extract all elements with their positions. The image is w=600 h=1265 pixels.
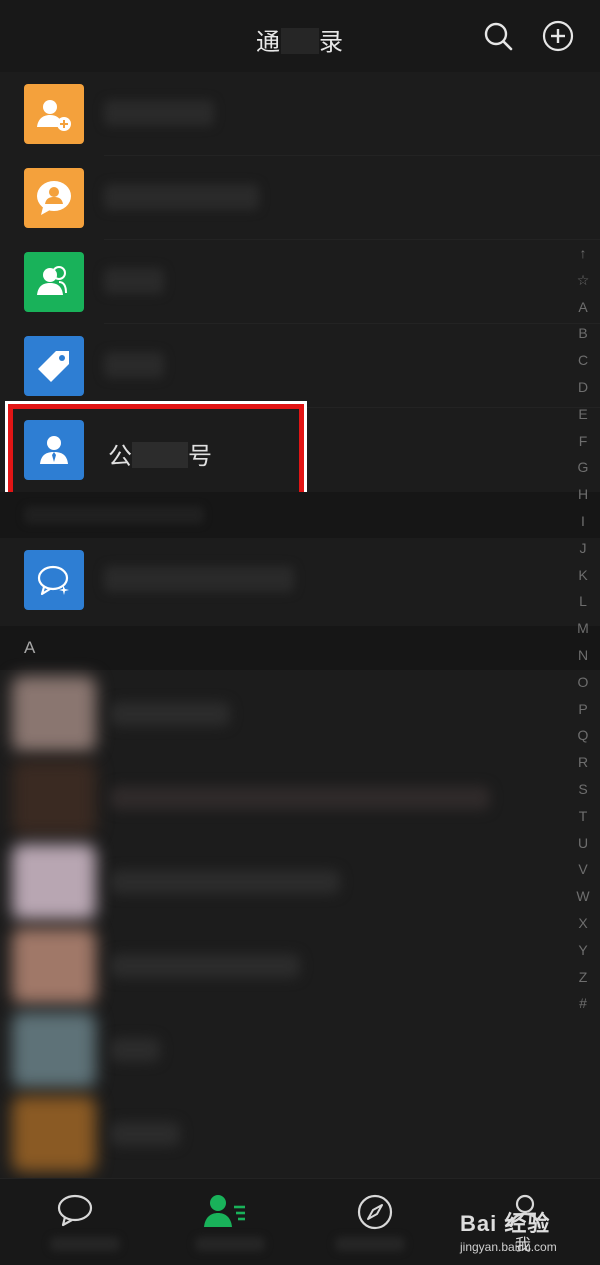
section-gap [0,492,600,538]
section-letter: A [24,638,36,657]
index-letter[interactable]: A [570,294,596,321]
watermark-brand: Bai 经验 [460,1211,551,1236]
contacts-group-icon [24,252,84,312]
index-letter[interactable]: W [570,883,596,910]
entry-tags[interactable] [0,324,600,408]
index-letter[interactable]: P [570,696,596,723]
chat-icon [57,1194,93,1227]
index-letter[interactable]: V [570,856,596,883]
index-letter[interactable]: J [570,535,596,562]
group-chat-icon [24,168,84,228]
header-bar: 通录 [0,0,600,72]
list-item[interactable] [0,840,600,924]
entry-contact-groups[interactable] [0,240,600,324]
list-item[interactable] [0,924,600,1008]
index-letter[interactable]: E [570,401,596,428]
index-letter[interactable]: Y [570,937,596,964]
index-letter[interactable]: B [570,320,596,347]
index-letter[interactable]: O [570,669,596,696]
contact-name-redacted [110,702,230,726]
entry-label-redacted [104,184,259,210]
entry-label-redacted [104,352,164,378]
index-letter[interactable]: X [570,910,596,937]
list-item[interactable] [0,1008,600,1092]
section-redacted [24,506,204,524]
entry-group-chats[interactable] [0,156,600,240]
entry-label-redacted [104,566,294,592]
watermark-url: jingyan.baidu.com [460,1240,557,1254]
entry-new-friends[interactable] [0,72,600,156]
index-letter[interactable]: N [570,642,596,669]
discover-compass-icon [357,1194,393,1230]
avatar [12,928,96,1004]
index-letter[interactable]: S [570,776,596,803]
contact-name-redacted [110,1122,180,1146]
index-letter[interactable]: T [570,803,596,830]
avatar [12,760,96,836]
title-text-start: 通 [256,29,281,56]
index-letter[interactable]: M [570,615,596,642]
list-item[interactable] [0,1092,600,1176]
alphabet-index[interactable]: ↑ ☆ A B C D E F G H I J K L M N O P Q R S T U V W X Y Z # [570,240,596,1017]
index-letter[interactable]: Z [570,964,596,991]
avatar [12,1096,96,1172]
add-button[interactable] [542,20,574,52]
index-letter[interactable]: ☆ [570,267,596,294]
highlight-box [5,401,307,503]
plus-circle-icon [542,20,574,52]
tab-label-redacted [50,1237,120,1251]
contact-name-redacted [110,870,340,894]
index-letter[interactable]: G [570,454,596,481]
title-redaction [281,28,319,54]
contact-name-redacted [110,1038,160,1062]
entry-enterprise[interactable] [0,538,600,622]
search-icon [484,22,513,51]
contact-name-redacted [110,786,490,810]
entry-label-redacted [104,268,164,294]
avatar [12,844,96,920]
list-item[interactable] [0,672,600,756]
entry-label-redacted [104,100,214,126]
title-text-end: 录 [319,29,344,56]
index-letter[interactable]: ↑ [570,240,596,267]
chat-sparkle-icon [24,550,84,610]
index-letter[interactable]: K [570,562,596,589]
tab-label-redacted [335,1237,405,1251]
index-letter[interactable]: H [570,481,596,508]
index-letter[interactable]: C [570,347,596,374]
avatar [12,1012,96,1088]
add-friend-icon [24,84,84,144]
contact-name-redacted [110,954,300,978]
index-letter[interactable]: D [570,374,596,401]
index-letter[interactable]: U [570,830,596,857]
avatar [12,676,96,752]
search-button[interactable] [482,20,514,52]
index-letter[interactable]: R [570,749,596,776]
index-letter[interactable]: I [570,508,596,535]
index-letter[interactable]: # [570,990,596,1017]
watermark: Bai 经验 jingyan.baidu.com [460,1206,592,1254]
tag-icon [24,336,84,396]
list-item[interactable] [0,756,600,840]
index-letter[interactable]: Q [570,722,596,749]
index-letter[interactable]: L [570,588,596,615]
section-header-a: A [0,626,600,670]
contacts-icon [204,1195,245,1227]
index-letter[interactable]: F [570,428,596,455]
tab-label-redacted [195,1237,265,1251]
